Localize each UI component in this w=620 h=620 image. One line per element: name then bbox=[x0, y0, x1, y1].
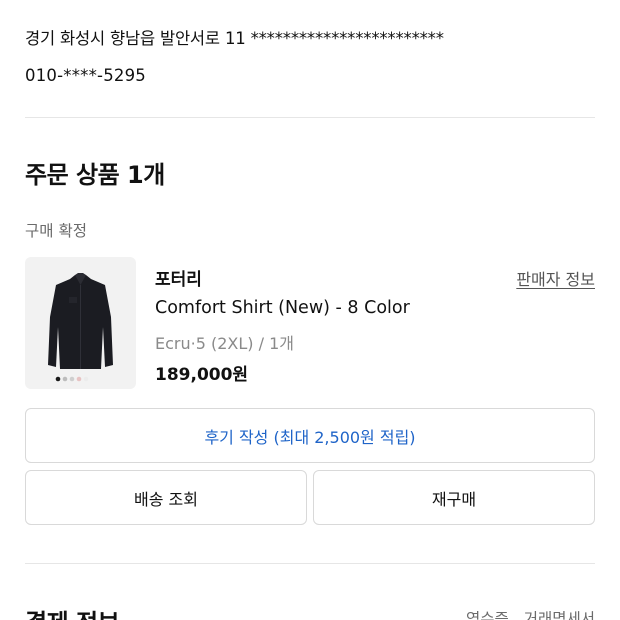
product-brand[interactable]: 포터리 bbox=[155, 265, 202, 290]
receipt-link[interactable]: 영수증 bbox=[466, 610, 509, 620]
product-name[interactable]: Comfort Shirt (New) - 8 Color bbox=[155, 298, 410, 318]
color-swatch-dot bbox=[55, 376, 61, 382]
section-divider bbox=[25, 117, 595, 118]
product-price: 189,000원 bbox=[155, 365, 249, 385]
statement-link[interactable]: 거래명세서 bbox=[524, 610, 595, 620]
shipping-phone: 010-****-5295 bbox=[25, 66, 146, 85]
rebuy-button[interactable]: 재구매 bbox=[313, 470, 595, 525]
order-status-label: 구매 확정 bbox=[25, 222, 87, 240]
color-swatch-dot bbox=[62, 376, 68, 382]
track-delivery-button[interactable]: 배송 조회 bbox=[25, 470, 307, 525]
shirt-image-icon bbox=[48, 273, 113, 382]
seller-info-link[interactable]: 판매자 정보 bbox=[516, 266, 595, 290]
color-swatch-dot bbox=[83, 376, 89, 382]
color-swatch-dot bbox=[69, 376, 75, 382]
order-detail-page: 경기 화성시 향남읍 발안서로 11 *********************… bbox=[0, 0, 620, 620]
order-items-title: 주문 상품 1개 bbox=[25, 161, 165, 189]
product-option: Ecru·5 (2XL) / 1개 bbox=[155, 334, 294, 353]
payment-links: 영수증 거래명세서 bbox=[456, 607, 595, 620]
section-divider bbox=[25, 563, 595, 564]
color-swatch-dot bbox=[76, 376, 82, 382]
payment-info-title: 결제 정보 bbox=[25, 603, 120, 620]
write-review-button[interactable]: 후기 작성 (최대 2,500원 적립) bbox=[25, 408, 595, 463]
product-thumbnail[interactable] bbox=[25, 257, 136, 389]
shipping-address: 경기 화성시 향남읍 발안서로 11 *********************… bbox=[25, 29, 444, 48]
